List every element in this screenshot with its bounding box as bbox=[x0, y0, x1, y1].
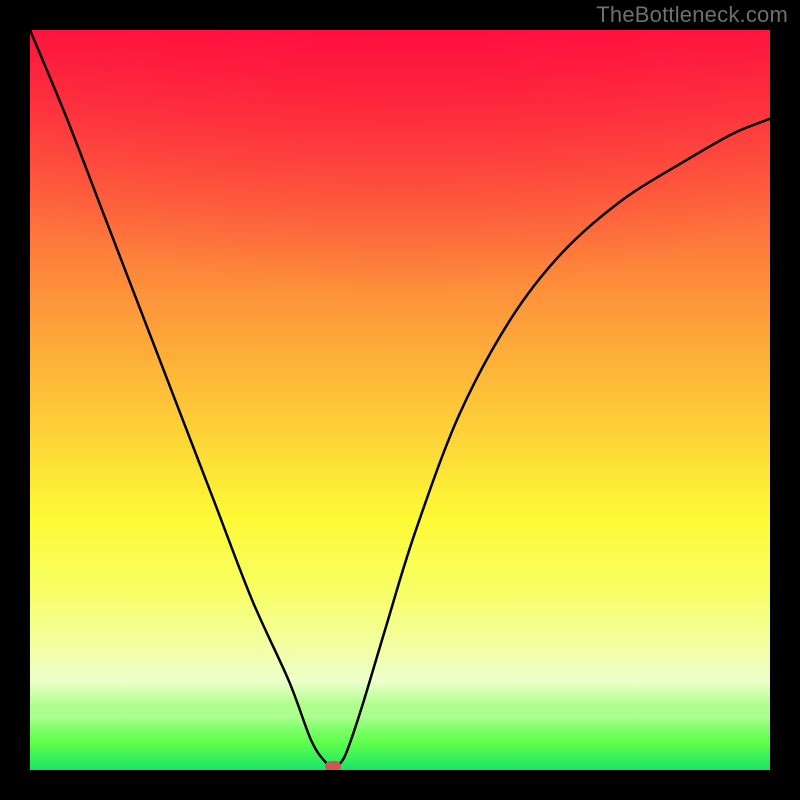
plot-area bbox=[30, 30, 770, 770]
curve-path bbox=[30, 30, 770, 766]
curve-svg bbox=[30, 30, 770, 770]
chart-frame: TheBottleneck.com bbox=[0, 0, 800, 800]
watermark-text: TheBottleneck.com bbox=[596, 2, 788, 28]
min-marker bbox=[325, 761, 341, 770]
